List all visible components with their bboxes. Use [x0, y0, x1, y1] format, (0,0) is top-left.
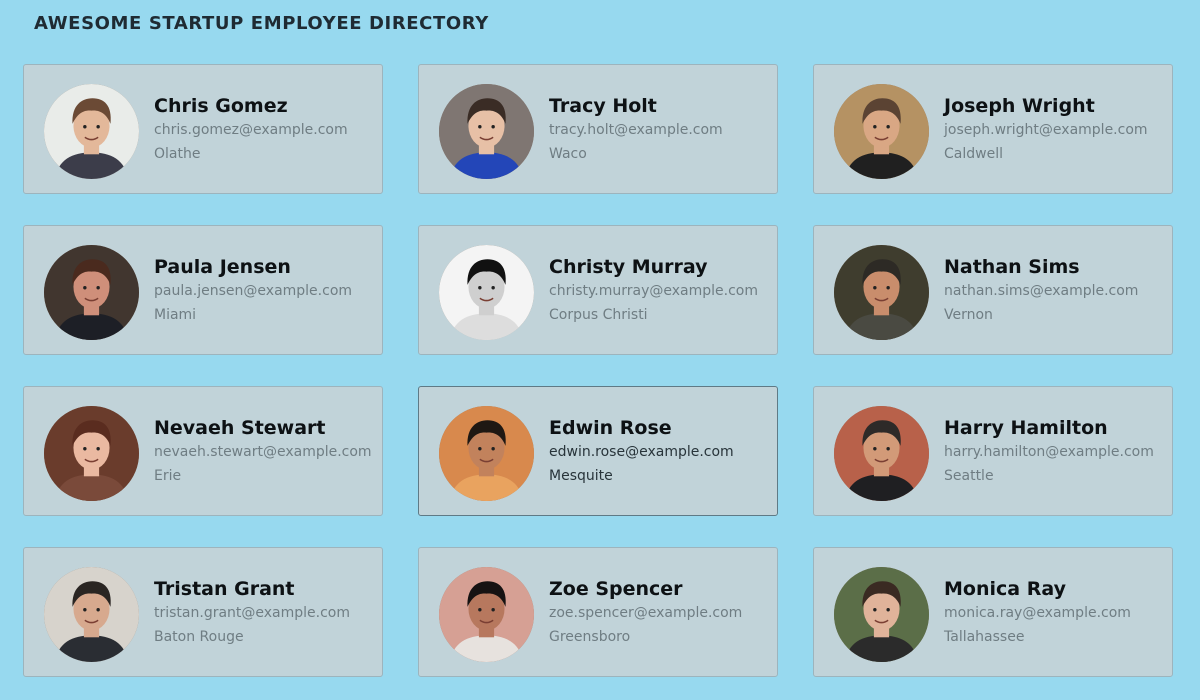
- employee-card[interactable]: Nathan Sims nathan.sims@example.com Vern…: [813, 225, 1173, 355]
- employee-info: Nathan Sims nathan.sims@example.com Vern…: [944, 256, 1170, 324]
- employee-name: Tracy Holt: [549, 95, 657, 117]
- employee-city: Olathe: [154, 146, 201, 162]
- employee-email: zoe.spencer@example.com: [549, 605, 743, 621]
- avatar: [439, 406, 534, 501]
- employee-card[interactable]: Harry Hamilton harry.hamilton@example.co…: [813, 386, 1173, 516]
- person-photo-icon: [439, 567, 534, 662]
- employee-city: Erie: [154, 468, 182, 484]
- avatar: [834, 567, 929, 662]
- avatar: [834, 406, 929, 501]
- avatar: [44, 567, 139, 662]
- employee-name: Nevaeh Stewart: [154, 417, 326, 439]
- person-photo-icon: [44, 245, 139, 340]
- employee-city: Vernon: [944, 307, 993, 323]
- employee-name: Chris Gomez: [154, 95, 288, 117]
- employee-info: Zoe Spencer zoe.spencer@example.com Gree…: [549, 578, 775, 646]
- employee-card[interactable]: Zoe Spencer zoe.spencer@example.com Gree…: [418, 547, 778, 677]
- employee-name: Monica Ray: [944, 578, 1066, 600]
- employee-name: Nathan Sims: [944, 256, 1080, 278]
- employee-email: harry.hamilton@example.com: [944, 444, 1154, 460]
- person-photo-icon: [439, 406, 534, 501]
- avatar: [834, 245, 929, 340]
- page-title: AWESOME STARTUP EMPLOYEE DIRECTORY: [34, 13, 489, 34]
- employee-name: Tristan Grant: [154, 578, 295, 600]
- employee-card[interactable]: Christy Murray christy.murray@example.co…: [418, 225, 778, 355]
- employee-city: Baton Rouge: [154, 629, 244, 645]
- employee-email: tracy.holt@example.com: [549, 122, 723, 138]
- employee-email: chris.gomez@example.com: [154, 122, 348, 138]
- employee-card[interactable]: Paula Jensen paula.jensen@example.com Mi…: [23, 225, 383, 355]
- employee-email: monica.ray@example.com: [944, 605, 1131, 621]
- avatar: [44, 84, 139, 179]
- employee-card[interactable]: Tristan Grant tristan.grant@example.com …: [23, 547, 383, 677]
- employee-name: Christy Murray: [549, 256, 708, 278]
- employee-info: Paula Jensen paula.jensen@example.com Mi…: [154, 256, 380, 324]
- employee-city: Corpus Christi: [549, 307, 648, 323]
- employee-name: Edwin Rose: [549, 417, 672, 439]
- person-photo-icon: [834, 84, 929, 179]
- employee-card[interactable]: Monica Ray monica.ray@example.com Tallah…: [813, 547, 1173, 677]
- employee-card[interactable]: Chris Gomez chris.gomez@example.com Olat…: [23, 64, 383, 194]
- employee-email: edwin.rose@example.com: [549, 444, 734, 460]
- employee-city: Greensboro: [549, 629, 631, 645]
- employee-city: Mesquite: [549, 468, 613, 484]
- employee-info: Christy Murray christy.murray@example.co…: [549, 256, 775, 324]
- employee-name: Harry Hamilton: [944, 417, 1108, 439]
- employee-email: christy.murray@example.com: [549, 283, 758, 299]
- employee-info: Monica Ray monica.ray@example.com Tallah…: [944, 578, 1170, 646]
- person-photo-icon: [44, 406, 139, 501]
- person-photo-icon: [439, 84, 534, 179]
- employee-card[interactable]: Joseph Wright joseph.wright@example.com …: [813, 64, 1173, 194]
- employee-card[interactable]: Tracy Holt tracy.holt@example.com Waco: [418, 64, 778, 194]
- person-photo-icon: [44, 84, 139, 179]
- employee-name: Zoe Spencer: [549, 578, 683, 600]
- employee-city: Miami: [154, 307, 197, 323]
- employee-city: Tallahassee: [944, 629, 1025, 645]
- employee-info: Harry Hamilton harry.hamilton@example.co…: [944, 417, 1170, 485]
- avatar: [439, 245, 534, 340]
- employee-info: Edwin Rose edwin.rose@example.com Mesqui…: [549, 417, 775, 485]
- employee-info: Tracy Holt tracy.holt@example.com Waco: [549, 95, 775, 163]
- employee-card[interactable]: Edwin Rose edwin.rose@example.com Mesqui…: [418, 386, 778, 516]
- avatar: [439, 567, 534, 662]
- employee-email: paula.jensen@example.com: [154, 283, 353, 299]
- employee-info: Joseph Wright joseph.wright@example.com …: [944, 95, 1170, 163]
- employee-info: Nevaeh Stewart nevaeh.stewart@example.co…: [154, 417, 380, 485]
- person-photo-icon: [834, 245, 929, 340]
- avatar: [834, 84, 929, 179]
- person-photo-icon: [439, 245, 534, 340]
- employee-info: Tristan Grant tristan.grant@example.com …: [154, 578, 380, 646]
- employee-city: Seattle: [944, 468, 994, 484]
- employee-email: tristan.grant@example.com: [154, 605, 351, 621]
- employee-grid: Chris Gomez chris.gomez@example.com Olat…: [23, 64, 1173, 677]
- employee-email: nathan.sims@example.com: [944, 283, 1139, 299]
- person-photo-icon: [44, 567, 139, 662]
- employee-name: Paula Jensen: [154, 256, 291, 278]
- employee-info: Chris Gomez chris.gomez@example.com Olat…: [154, 95, 380, 163]
- avatar: [44, 406, 139, 501]
- avatar: [439, 84, 534, 179]
- employee-email: nevaeh.stewart@example.com: [154, 444, 372, 460]
- person-photo-icon: [834, 567, 929, 662]
- employee-city: Caldwell: [944, 146, 1003, 162]
- avatar: [44, 245, 139, 340]
- employee-city: Waco: [549, 146, 587, 162]
- employee-email: joseph.wright@example.com: [944, 122, 1148, 138]
- employee-card[interactable]: Nevaeh Stewart nevaeh.stewart@example.co…: [23, 386, 383, 516]
- employee-name: Joseph Wright: [944, 95, 1095, 117]
- person-photo-icon: [834, 406, 929, 501]
